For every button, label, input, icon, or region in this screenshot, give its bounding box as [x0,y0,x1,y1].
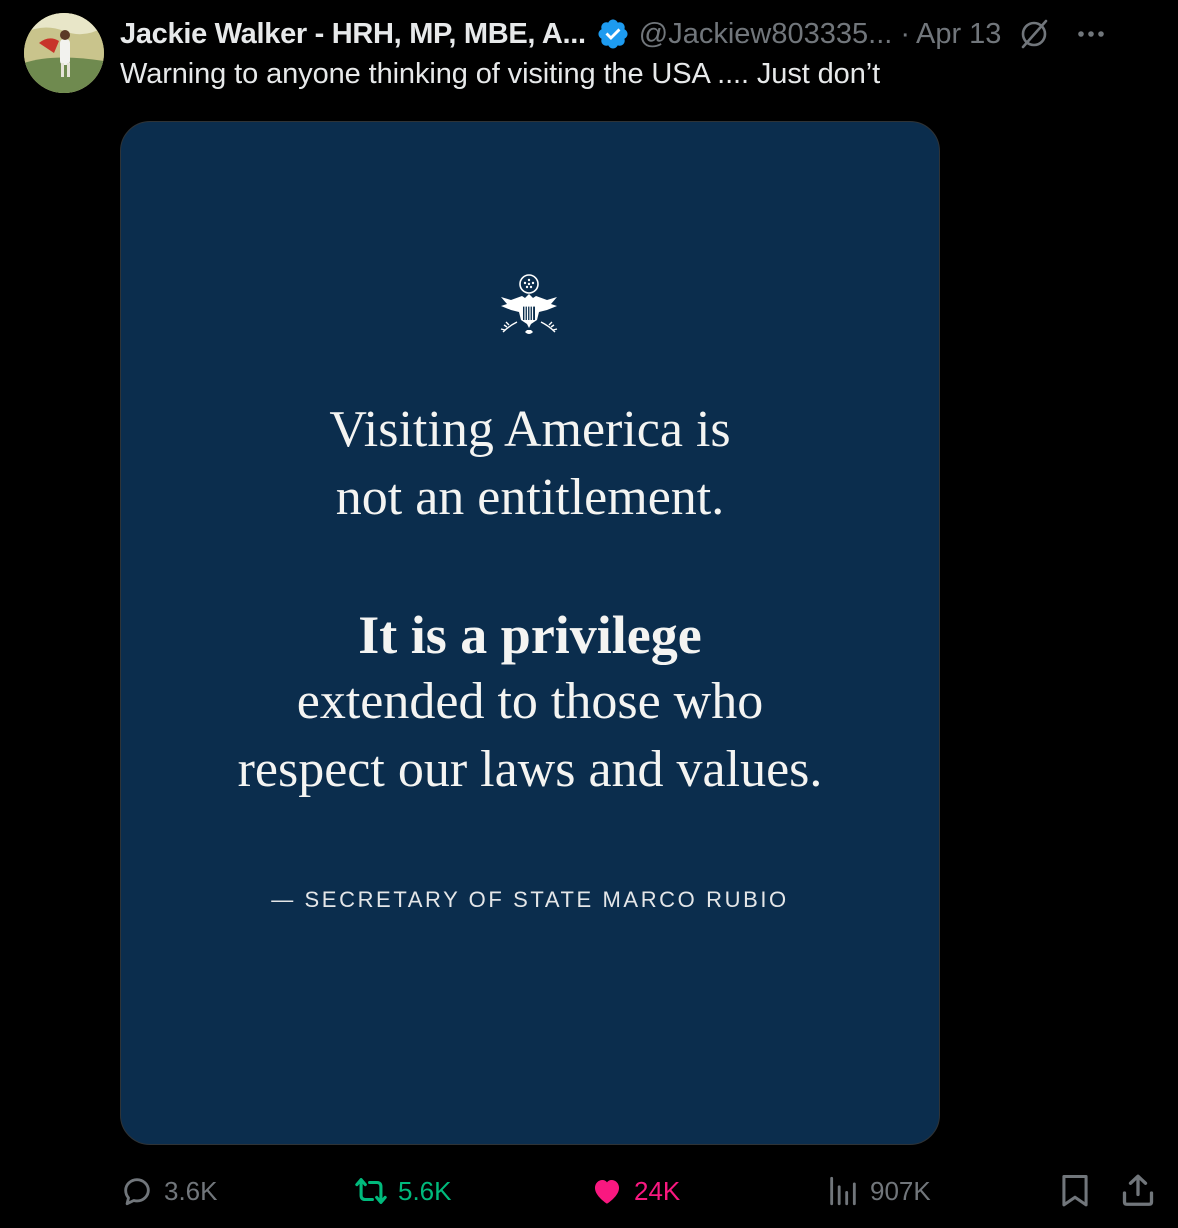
state-department-seal [500,274,558,334]
retweet-icon [355,1178,387,1204]
verified-badge-icon[interactable] [596,17,630,51]
reply-button[interactable]: 3.6K [120,1170,218,1212]
action-bar: 3.6K 5.6K 24K 907K [120,1170,1160,1212]
post-text: Warning to anyone thinking of visiting t… [120,58,881,90]
grok-icon[interactable] [1017,17,1051,51]
heart-icon [594,1179,620,1204]
separator-dot: · [900,17,910,50]
quote-attribution: — SECRETARY OF STATE MARCO RUBIO [271,887,789,912]
quote-line-5: respect our laws and values. [237,741,823,798]
reply-icon [124,1178,150,1206]
more-icon[interactable] [1075,18,1107,50]
post-image[interactable]: Visiting America is not an entitlement. … [120,121,940,1145]
views-count: 907K [870,1175,931,1206]
author-avatar[interactable] [24,13,104,93]
avatar-image [24,13,104,93]
quote-line-4: extended to those who [296,673,764,730]
like-button[interactable]: 24K [590,1170,680,1212]
repost-count: 5.6K [398,1175,452,1206]
views-button[interactable]: 907K [826,1170,931,1212]
reply-count: 3.6K [164,1175,218,1206]
author-handle[interactable]: @Jackiew803335... [639,18,893,51]
share-icon[interactable] [1120,1172,1156,1208]
author-name[interactable]: Jackie Walker - HRH, MP, MBE, A... [120,18,586,51]
bookmark-icon[interactable] [1058,1173,1092,1209]
post-date[interactable]: Apr 13 [916,18,1001,51]
views-icon [830,1176,856,1206]
quote-line-1: Visiting America is [329,401,731,458]
quote-line-2: not an entitlement. [335,469,725,526]
repost-button[interactable]: 5.6K [354,1170,452,1212]
quote-line-3: It is a privilege [358,605,702,665]
post-header: Jackie Walker - HRH, MP, MBE, A... @Jack… [120,14,1160,54]
like-count: 24K [634,1175,681,1206]
